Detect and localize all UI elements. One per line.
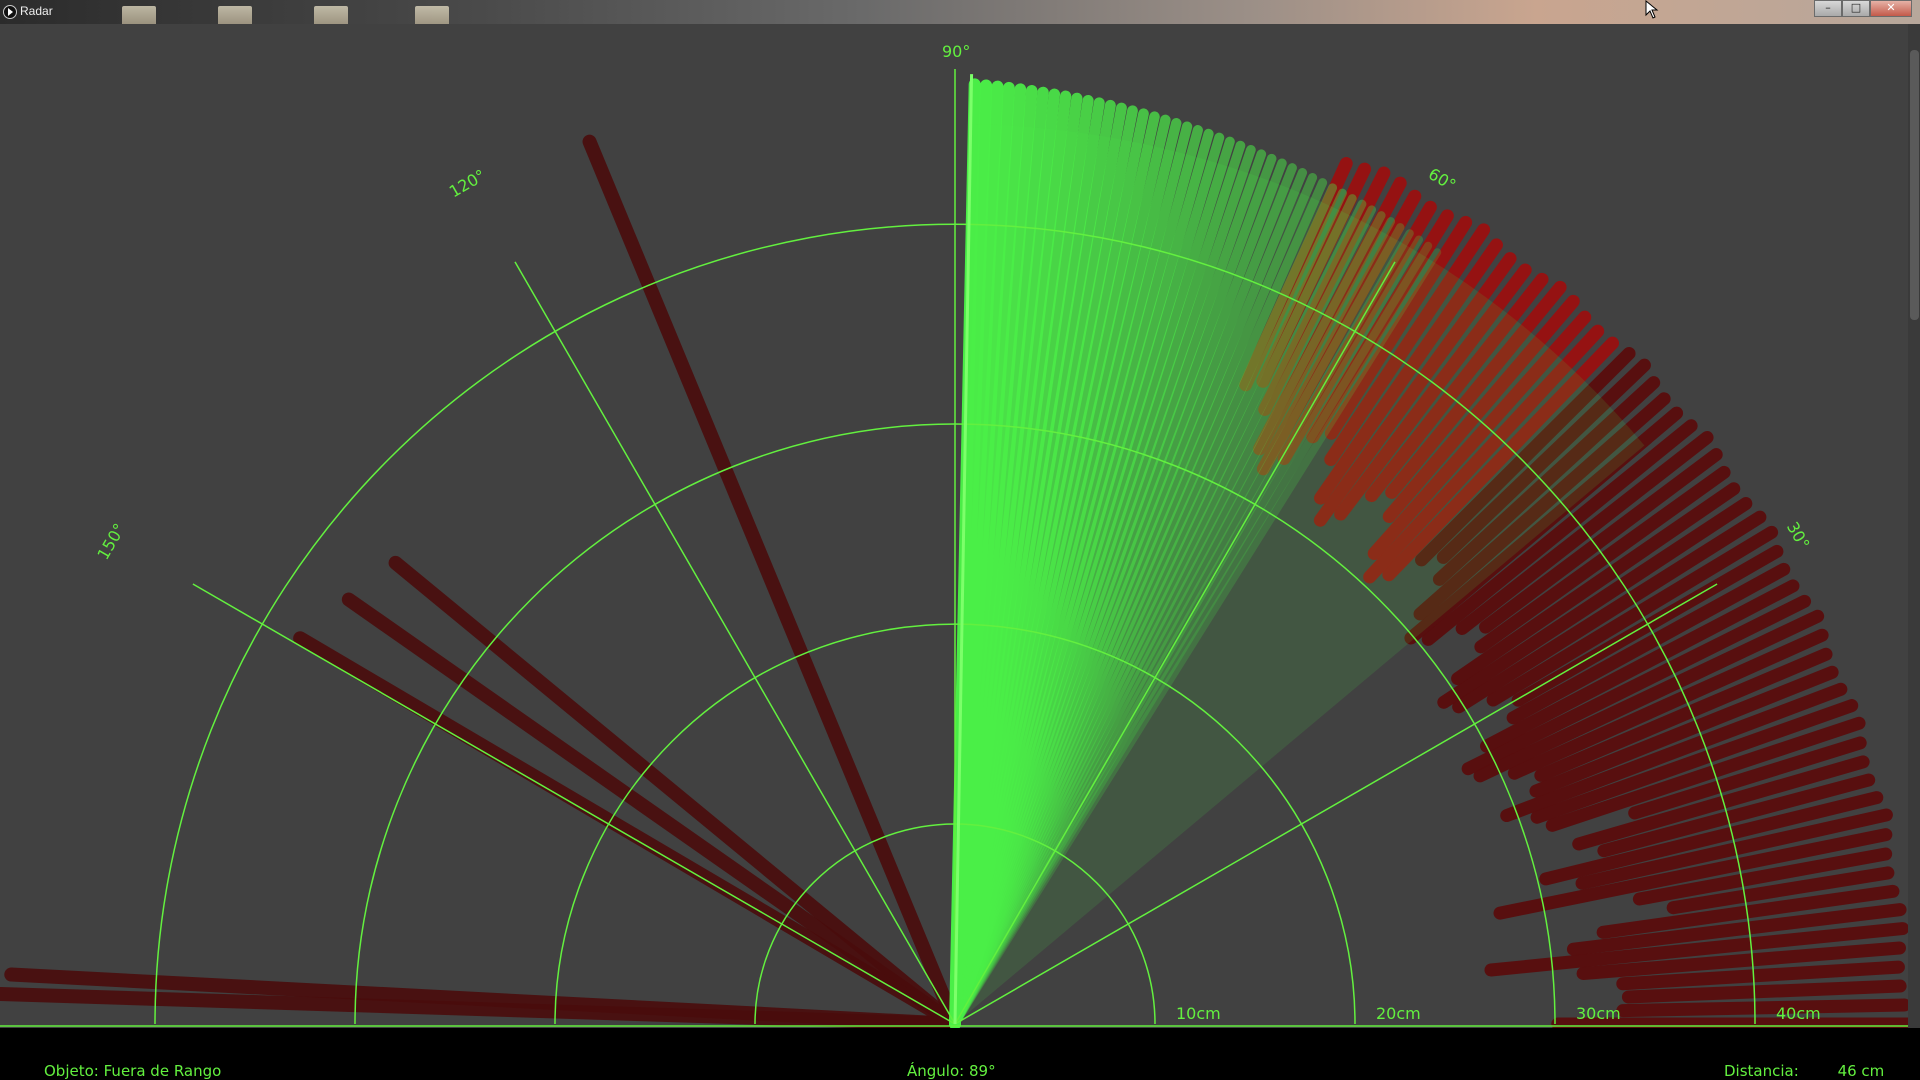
radar-display	[0, 24, 1920, 1028]
distance-label-20cm: 20cm	[1376, 1004, 1421, 1023]
title-bar: Radar – □ ✕	[0, 0, 1920, 25]
vertical-scrollbar[interactable]	[1908, 24, 1920, 1028]
taskbar-thumbnail-icon[interactable]	[122, 6, 156, 24]
close-button[interactable]: ✕	[1870, 0, 1912, 17]
object-trail	[1623, 1005, 1905, 1011]
taskbar-thumbnail-icon[interactable]	[218, 6, 252, 24]
distance-status-value: 46 cm	[1838, 1062, 1885, 1080]
status-bar: Objeto: Fuera de Rango Ángulo: 89° Dista…	[0, 1028, 1920, 1080]
distance-status: Distancia: 46 cm	[1724, 1062, 1884, 1080]
taskbar-thumbnail-icon[interactable]	[415, 6, 449, 24]
angle-spoke	[515, 262, 955, 1024]
window-title: Radar	[20, 4, 53, 18]
distance-status-label: Distancia:	[1724, 1062, 1799, 1080]
angle-status-value: 89°	[969, 1062, 996, 1080]
maximize-button[interactable]: □	[1842, 0, 1870, 17]
object-trail	[1628, 986, 1900, 997]
mouse-cursor-icon	[1645, 0, 1661, 20]
distance-label-30cm: 30cm	[1576, 1004, 1621, 1023]
radar-canvas: 90° 120° 60° 150° 30° 10cm 20cm 30cm 40c…	[0, 24, 1920, 1028]
object-trail	[396, 563, 954, 1023]
object-status: Objeto: Fuera de Rango	[44, 1062, 221, 1080]
taskbar-thumbnail-icon[interactable]	[314, 6, 348, 24]
object-trail	[300, 638, 953, 1023]
window-controls: – □ ✕	[1814, 0, 1912, 17]
angle-status: Ángulo: 89°	[907, 1062, 996, 1080]
app-icon	[3, 5, 17, 19]
angle-label-90: 90°	[942, 42, 970, 61]
angle-spoke	[193, 584, 955, 1024]
object-status-label: Objeto:	[44, 1062, 99, 1080]
object-status-value: Fuera de Rango	[104, 1062, 222, 1080]
scrollbar-thumb[interactable]	[1910, 50, 1919, 320]
minimize-button[interactable]: –	[1814, 0, 1842, 17]
distance-label-40cm: 40cm	[1776, 1004, 1821, 1023]
angle-status-label: Ángulo:	[907, 1062, 964, 1080]
distance-label-10cm: 10cm	[1176, 1004, 1221, 1023]
